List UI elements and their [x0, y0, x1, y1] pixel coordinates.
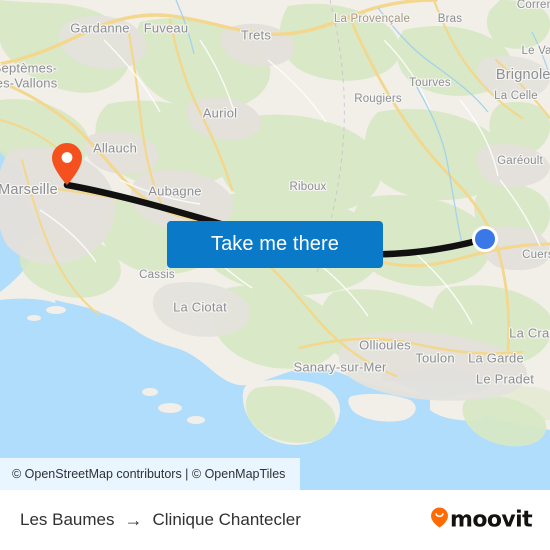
take-me-there-button[interactable]: Take me there: [167, 221, 383, 268]
moovit-trip-map-page: Gardanne Fuveau Trets La Provençale Bras Corr…: [0, 0, 550, 550]
moovit-wordmark: moovit: [450, 507, 533, 532]
map-attribution-bar: © OpenStreetMap contributors | © OpenMap…: [0, 458, 300, 490]
moovit-logo[interactable]: moovit: [431, 507, 533, 533]
arrow-right-icon: →: [124, 510, 143, 530]
attribution-text[interactable]: © OpenStreetMap contributors | © OpenMap…: [12, 467, 285, 481]
trip-footer: Les Baumes → Clinique Chantecler moovit: [0, 490, 550, 550]
trip-summary: Les Baumes → Clinique Chantecler: [20, 510, 301, 530]
trip-origin-label: Les Baumes: [20, 510, 115, 529]
moovit-pin-icon: [431, 507, 449, 533]
map-canvas[interactable]: Gardanne Fuveau Trets La Provençale Bras Corr…: [0, 0, 550, 490]
trip-destination-label: Clinique Chantecler: [152, 510, 301, 529]
destination-marker-pin[interactable]: [52, 143, 82, 185]
origin-marker-dot[interactable]: [472, 226, 498, 252]
